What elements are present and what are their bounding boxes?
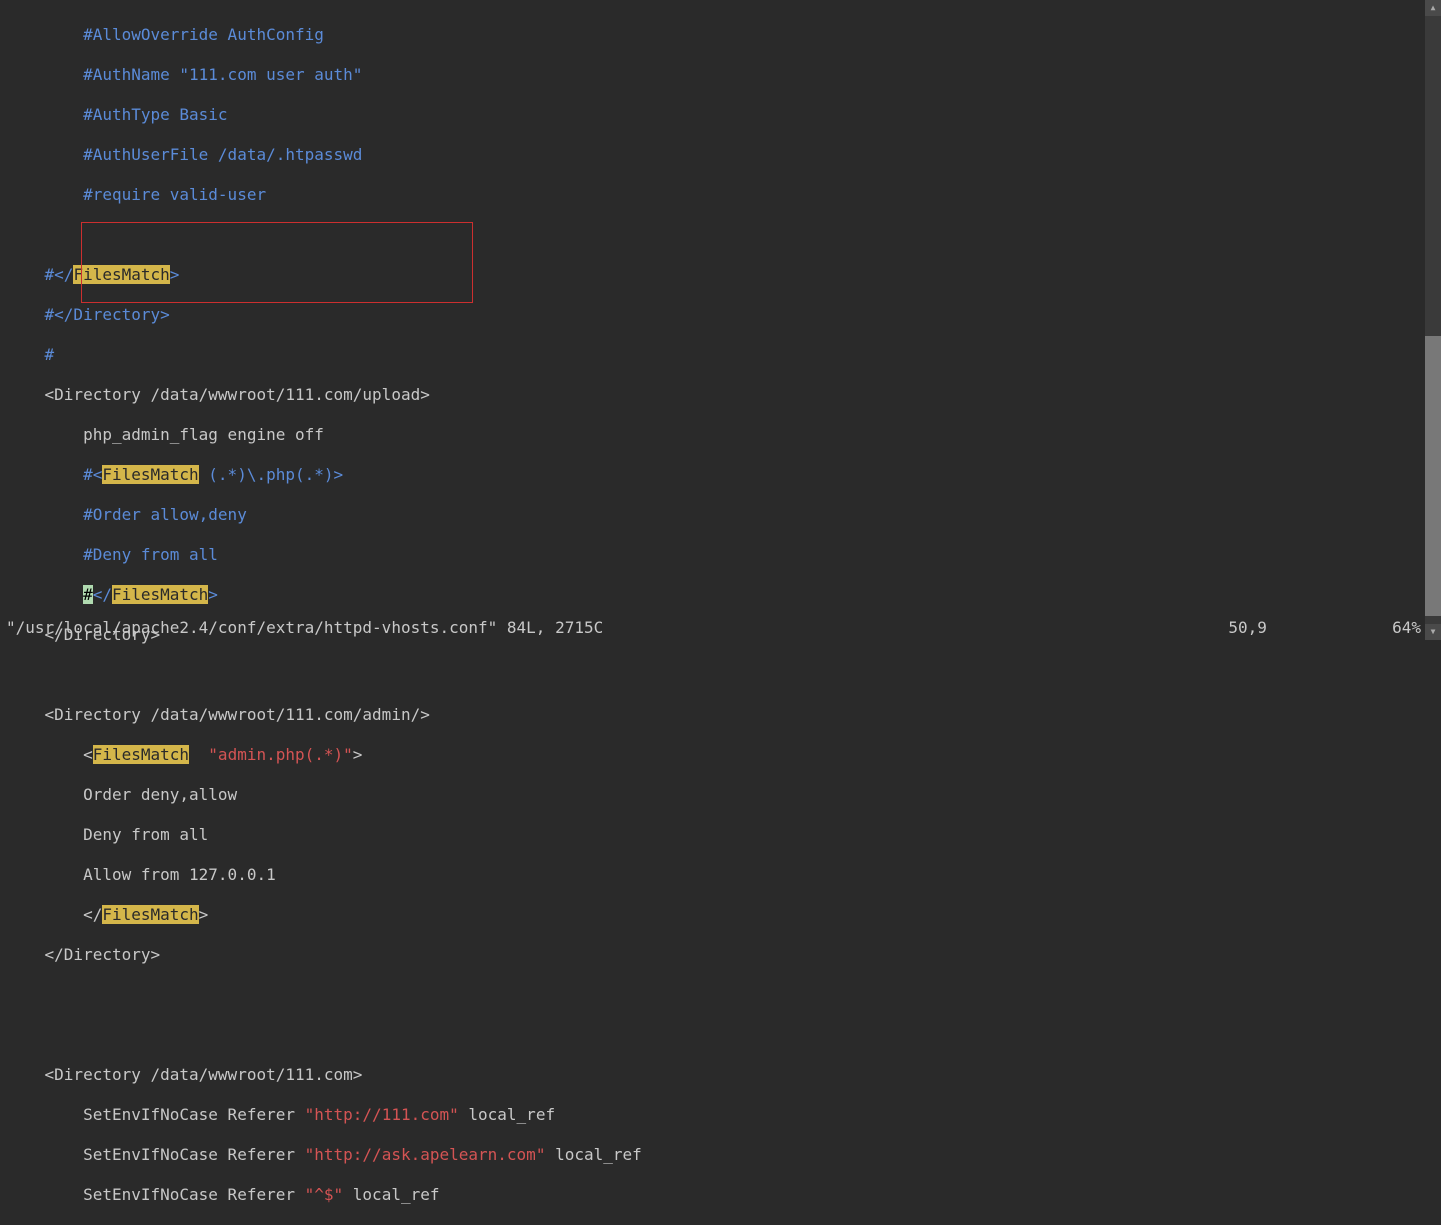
search-highlight: FilesMatch [112,585,208,604]
comment-text: (.*)\.php(.*)> [199,465,344,484]
scrollbar-track[interactable]: ▲ ▼ [1425,0,1441,640]
code-text: > [199,905,209,924]
comment-text: #< [6,465,102,484]
code-line: </FilesMatch> [6,905,1425,925]
code-line: </Directory> [6,945,1425,965]
code-line [6,665,1425,685]
comment-text: #</Directory> [6,305,170,324]
comment-text: #AuthUserFile /data/.htpasswd [6,145,362,164]
code-line: <FilesMatch "admin.php(.*)"> [6,745,1425,765]
code-line: <Directory /data/wwwroot/111.com> [6,1065,1425,1085]
code-text: local_ref [343,1185,439,1204]
string-literal: "admin.php(.*)" [208,745,353,764]
search-highlight: FilesMatch [93,745,189,764]
code-line: #</FilesMatch> [6,585,1425,605]
comment-text: </ [93,585,112,604]
code-text: <Directory /data/wwwroot/111.com/admin/> [6,705,430,724]
code-text: Allow from 127.0.0.1 [6,865,276,884]
code-line: #AuthUserFile /data/.htpasswd [6,145,1425,165]
code-line: #AllowOverride AuthConfig [6,25,1425,45]
code-text: Order deny,allow [6,785,237,804]
code-line: php_admin_flag engine off [6,425,1425,445]
search-highlight: FilesMatch [102,905,198,924]
code-line: SetEnvIfNoCase Referer "http://ask.apele… [6,1145,1425,1165]
code-line: #require valid-user [6,185,1425,205]
comment-text: # [6,345,54,364]
status-file-info: "/usr/local/apache2.4/conf/extra/httpd-v… [6,618,603,637]
code-line: # [6,345,1425,365]
code-line: SetEnvIfNoCase Referer "http://111.com" … [6,1105,1425,1125]
code-line [6,985,1425,1005]
code-text: </ [6,905,102,924]
comment-text: #AllowOverride AuthConfig [6,25,324,44]
string-literal: "http://ask.apelearn.com" [305,1145,546,1164]
code-text [6,585,83,604]
code-line: <Directory /data/wwwroot/111.com/admin/> [6,705,1425,725]
code-text: SetEnvIfNoCase Referer [6,1185,305,1204]
comment-text: #</ [6,265,73,284]
code-line: #AuthName "111.com user auth" [6,65,1425,85]
string-literal: "http://111.com" [305,1105,459,1124]
comment-text: > [208,585,218,604]
scrollbar-up-arrow-icon[interactable]: ▲ [1425,0,1441,16]
comment-text: #Deny from all [6,545,218,564]
code-text [189,745,208,764]
code-text: local_ref [459,1105,555,1124]
code-text: SetEnvIfNoCase Referer [6,1145,305,1164]
code-text: < [6,745,93,764]
code-line: #Order allow,deny [6,505,1425,525]
scrollbar-down-arrow-icon[interactable]: ▼ [1425,624,1441,640]
search-highlight: FilesMatch [102,465,198,484]
code-line: #<FilesMatch (.*)\.php(.*)> [6,465,1425,485]
annotation-box [81,222,473,303]
code-line: Allow from 127.0.0.1 [6,865,1425,885]
code-text: Deny from all [6,825,208,844]
status-scroll-percent: 64% [1392,618,1421,637]
code-line: #Deny from all [6,545,1425,565]
status-cursor-position: 50,9 [1228,618,1267,637]
code-line: Deny from all [6,825,1425,845]
code-text: </Directory> [6,945,160,964]
code-line [6,1025,1425,1045]
code-line: #AuthType Basic [6,105,1425,125]
comment-text: #AuthName "111.com user auth" [6,65,362,84]
comment-text: #AuthType Basic [6,105,228,124]
code-line: SetEnvIfNoCase Referer "^$" local_ref [6,1185,1425,1205]
code-editor[interactable]: #AllowOverride AuthConfig #AuthName "111… [0,0,1425,640]
code-text: <Directory /data/wwwroot/111.com> [6,1065,362,1084]
cursor-position: # [83,585,93,604]
code-text: php_admin_flag engine off [6,425,324,444]
code-line: <Directory /data/wwwroot/111.com/upload> [6,385,1425,405]
comment-text: #require valid-user [6,185,266,204]
code-line: #</Directory> [6,305,1425,325]
code-line: Order deny,allow [6,785,1425,805]
string-literal: "^$" [305,1185,344,1204]
scrollbar-thumb[interactable] [1425,336,1441,616]
code-text: local_ref [545,1145,641,1164]
code-text: SetEnvIfNoCase Referer [6,1105,305,1124]
code-text: > [353,745,363,764]
code-text: <Directory /data/wwwroot/111.com/upload> [6,385,430,404]
comment-text: #Order allow,deny [6,505,247,524]
vim-status-bar: "/usr/local/apache2.4/conf/extra/httpd-v… [6,618,1421,638]
